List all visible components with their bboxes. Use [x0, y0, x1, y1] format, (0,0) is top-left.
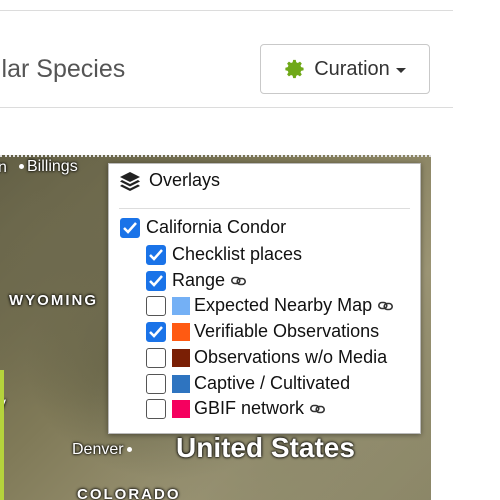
overlays-panel: Overlays California Condor Checklist pla… — [108, 163, 421, 434]
map-label-billings: Billings — [16, 158, 78, 176]
overlay-label: Range — [172, 270, 226, 290]
curation-button-label: Curation — [314, 57, 390, 80]
color-swatch — [172, 322, 190, 341]
link-icon[interactable] — [231, 270, 247, 291]
overlay-label: California Condor — [146, 217, 287, 237]
map-label-united-states: United States — [176, 432, 355, 463]
overlay-label: Captive / Cultivated — [194, 373, 351, 393]
overlay-label: Checklist places — [172, 244, 303, 264]
city-dot-icon — [126, 447, 132, 453]
page-header: ilar Species Curation — [0, 11, 453, 108]
overlays-divider — [119, 208, 410, 209]
overlay-item-1[interactable]: Range — [146, 270, 247, 291]
overlay-item-2[interactable]: Expected Nearby Map — [146, 295, 394, 316]
overlay-checkbox[interactable] — [146, 321, 166, 342]
chevron-down-icon — [395, 67, 406, 73]
overlay-label: Verifiable Observations — [194, 321, 380, 341]
curation-button[interactable]: Curation — [260, 44, 430, 94]
overlay-item-6[interactable]: GBIF network — [146, 398, 326, 419]
overlay-item-0[interactable]: Checklist places — [146, 244, 302, 265]
color-swatch — [172, 399, 190, 418]
color-swatch — [172, 374, 190, 393]
map-label-colorado: COLORADO — [77, 486, 181, 500]
range-boundary-line — [0, 370, 4, 500]
map-label-denver: Denver — [72, 441, 135, 459]
color-swatch — [172, 348, 190, 367]
overlay-checkbox[interactable] — [146, 347, 166, 368]
checkmark-icon — [149, 325, 163, 338]
overlay-item-4[interactable]: Observations w/o Media — [146, 347, 387, 368]
gear-icon — [285, 59, 304, 79]
overlay-checkbox[interactable] — [146, 398, 166, 419]
checkbox-california-condor[interactable] — [120, 217, 140, 238]
map-label-wyoming: WYOMING — [9, 292, 98, 309]
overlay-label: Observations w/o Media — [194, 347, 388, 367]
overlay-item-3[interactable]: Verifiable Observations — [146, 321, 379, 342]
overlay-taxon-california-condor[interactable]: California Condor — [120, 217, 286, 238]
link-icon[interactable] — [310, 398, 326, 419]
map-label-edge-n: n — [0, 159, 7, 176]
overlay-checkbox[interactable] — [146, 373, 166, 394]
city-dot-icon — [19, 164, 24, 170]
overlay-label: GBIF network — [194, 398, 305, 418]
color-swatch — [172, 296, 190, 315]
overlay-checkbox[interactable] — [146, 244, 166, 265]
overlay-item-5[interactable]: Captive / Cultivated — [146, 373, 350, 394]
layers-icon — [120, 171, 140, 191]
checkmark-icon — [149, 274, 163, 287]
top-bar — [0, 0, 453, 11]
checkmark-icon — [149, 248, 163, 261]
overlays-header: Overlays — [119, 170, 220, 191]
overlays-title: Overlays — [149, 170, 221, 190]
overlay-checkbox[interactable] — [146, 295, 166, 316]
checkmark-icon — [123, 221, 137, 234]
overlay-checkbox[interactable] — [146, 270, 166, 291]
link-icon[interactable] — [378, 295, 394, 316]
overlay-label: Expected Nearby Map — [194, 295, 373, 315]
page-title: ilar Species — [0, 55, 126, 83]
